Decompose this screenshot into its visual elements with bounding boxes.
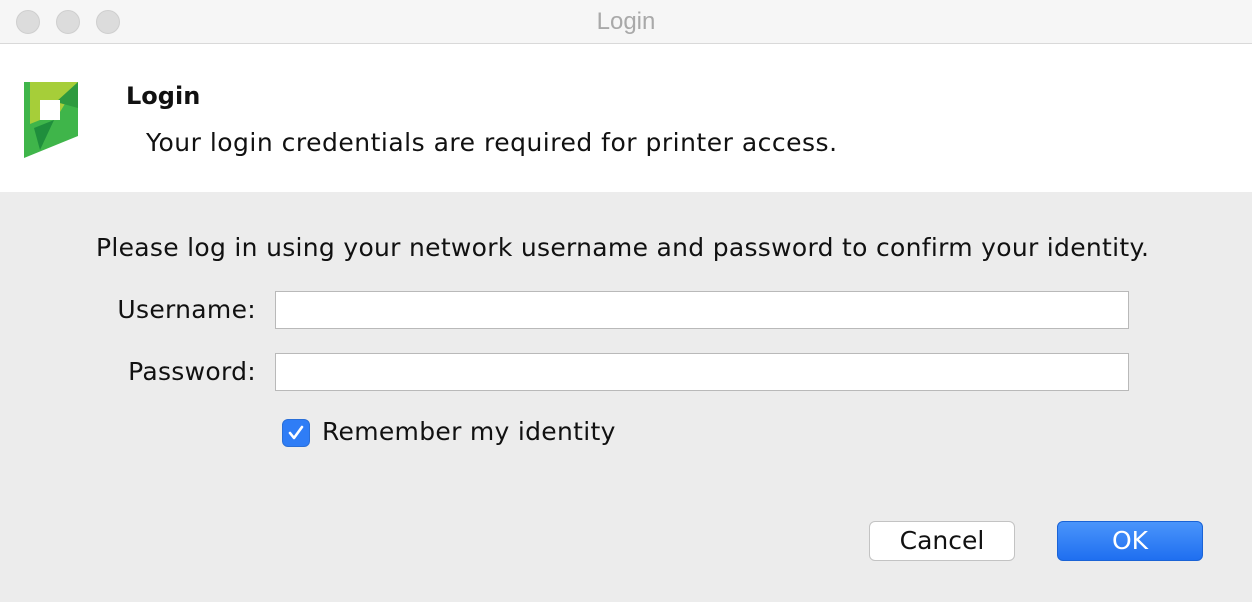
header-subtitle: Your login credentials are required for … — [146, 128, 838, 157]
checkmark-icon — [288, 425, 304, 440]
cancel-button[interactable]: Cancel — [869, 521, 1015, 561]
instructions-text: Please log in using your network usernam… — [96, 233, 1150, 262]
username-input[interactable] — [275, 291, 1129, 329]
remember-identity-label[interactable]: Remember my identity — [322, 417, 616, 446]
dialog-header: Login Your login credentials are require… — [0, 44, 1252, 192]
username-label: Username: — [117, 295, 256, 324]
login-dialog: Login Login Your login credentials are r… — [0, 0, 1252, 602]
password-label: Password: — [128, 357, 256, 386]
papercut-logo-icon — [20, 80, 82, 160]
title-bar: Login — [0, 0, 1252, 44]
password-input[interactable] — [275, 353, 1129, 391]
ok-button[interactable]: OK — [1057, 521, 1203, 561]
header-title: Login — [126, 82, 201, 110]
window-title: Login — [596, 8, 656, 35]
remember-identity-checkbox[interactable] — [282, 419, 310, 447]
